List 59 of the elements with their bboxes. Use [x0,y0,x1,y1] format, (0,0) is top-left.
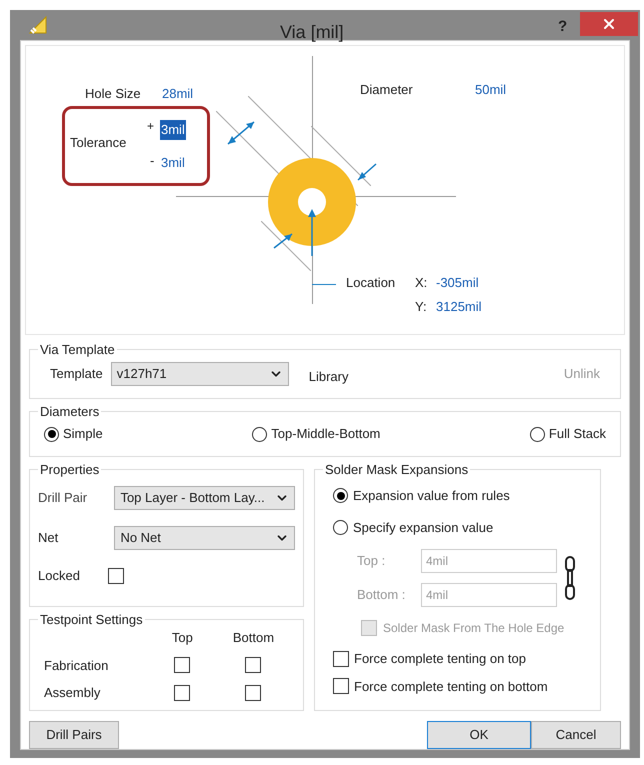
window-title: Via [mil] [280,21,344,44]
minus-sign: - [150,152,154,170]
x-value[interactable]: -305mil [436,273,479,292]
checkbox-label[interactable]: Force complete tenting on bottom [354,676,548,696]
close-icon [601,16,617,32]
checkbox-label[interactable]: Force complete tenting on top [354,649,526,668]
column-header: Bottom [232,629,276,647]
hole-size-label: Hole Size [85,85,141,103]
chain-link-icon [565,556,575,600]
checkbox[interactable] [333,650,349,667]
radio-button[interactable] [333,520,348,535]
radio-label[interactable]: Simple [63,424,103,444]
checkbox[interactable] [174,657,190,674]
guide-line [261,221,311,271]
field-label: Bottom : [357,586,406,604]
close-button[interactable] [580,12,638,36]
locked-label: Locked [38,567,81,585]
net-label: Net [38,529,60,548]
column-header: Top [170,629,194,647]
diameter-value[interactable]: 50mil [475,80,506,100]
plus-tolerance-value[interactable]: 3mil [160,120,186,140]
dialog-button[interactable]: Cancel [531,721,621,749]
row-label: Assembly [44,684,102,702]
dialog-button[interactable]: Drill Pairs [29,721,119,749]
plus-sign: + [147,118,154,135]
hole-size-value[interactable]: 28mil [162,84,194,104]
radio-button[interactable] [252,426,268,442]
checkbox[interactable] [245,657,262,674]
radio-button[interactable] [530,426,545,442]
dropdown[interactable]: No Net [114,526,295,550]
minus-tolerance-value[interactable]: 3mil [161,153,185,172]
radio-label[interactable]: Expansion value from rules [353,486,510,506]
radio-label[interactable]: Full Stack [548,424,606,444]
library-label: Library [308,368,348,386]
dropdown[interactable]: v127h71 [110,362,289,386]
location-arrow [307,208,317,256]
row-label: Fabrication [44,656,110,674]
checkbox[interactable] [108,568,124,584]
via-pad-icon [268,158,356,246]
checkbox[interactable] [333,678,349,694]
radio-label[interactable]: Top-Middle-Bottom [271,424,380,444]
radio-label[interactable]: Specify expansion value [353,518,494,537]
ruler-icon [28,15,48,35]
template-label: Template [50,365,103,384]
dialog-button[interactable]: OK [427,721,531,749]
dropdown[interactable]: Top Layer - Bottom Lay... [114,486,295,510]
radio-button[interactable] [44,426,59,442]
diameter-label: Diameter [360,81,413,99]
help-button[interactable]: ? [558,16,568,38]
y-value[interactable]: 3125mil [436,297,482,316]
y-label: Y: [415,298,427,316]
checkbox[interactable] [174,684,190,701]
radio-button[interactable] [333,488,348,504]
drill-pair-label: Drill Pair [38,489,88,508]
location-label: Location [346,274,396,292]
x-label: X: [415,274,428,292]
field-label: Top : [357,552,386,570]
tolerance-label: Tolerance [70,134,126,152]
checkbox[interactable] [245,684,262,701]
